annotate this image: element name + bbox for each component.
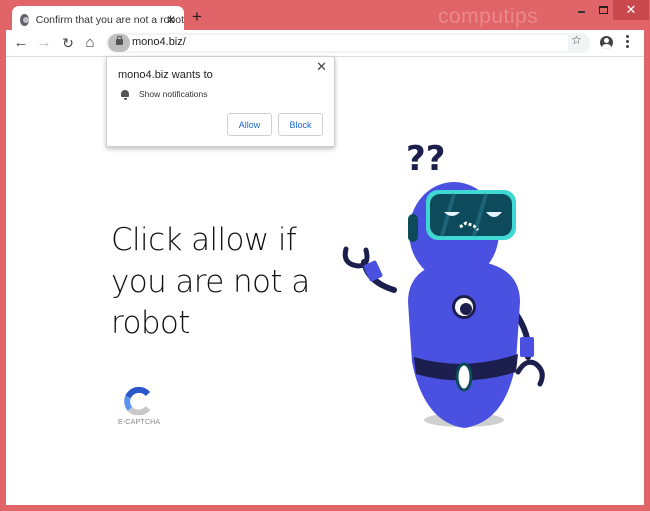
back-arrow-icon[interactable]: ← [13,35,29,51]
browser-toolbar: ← → ↻ ⌂ mono4.biz/ ☆ [6,30,644,57]
kebab-menu-icon[interactable] [626,35,629,50]
watermark: computips [438,5,539,28]
robot-illustration: ?? [342,139,545,428]
bell-icon [121,90,129,100]
allow-button[interactable]: Allow [227,113,272,136]
new-tab-button[interactable]: + [192,8,202,25]
address-bar[interactable]: mono4.biz/ [106,33,590,53]
tab-title: Confirm that you are not a robot [35,14,184,26]
window-close-button[interactable]: ✕ [613,0,649,20]
minimize-button[interactable] [573,0,589,20]
permission-text: Show notifications [139,89,208,99]
reload-icon[interactable]: ↻ [60,35,76,51]
address-field[interactable] [128,35,568,51]
browser-window: Confirm that you are not a robot ✕ + com… [0,0,650,511]
captcha-logo-icon [124,387,151,415]
block-button[interactable]: Block [278,113,323,136]
popup-title: mono4.biz wants to [118,69,213,81]
question-marks-icon: ?? [406,139,445,179]
minimize-icon [577,11,585,13]
globe-icon [20,14,29,26]
home-icon[interactable]: ⌂ [82,35,98,51]
captcha-label: E-CAPTCHA [118,419,161,426]
site-info-button[interactable] [108,34,130,52]
bookmark-star-icon[interactable]: ☆ [571,33,582,47]
url-text[interactable]: mono4.biz/ [132,36,186,48]
lock-icon [116,36,123,45]
page-headline: Click allow if you are not a robot [111,222,310,341]
tab-close-icon[interactable]: ✕ [166,13,176,27]
maximize-icon [598,6,608,14]
popup-close-icon[interactable]: ✕ [316,59,327,75]
notification-permission-popup: mono4.biz wants to ✕ Show notifications … [106,56,335,147]
title-bar: Confirm that you are not a robot ✕ + com… [0,0,650,34]
maximize-button[interactable] [595,0,611,20]
forward-arrow-icon[interactable]: → [36,35,52,51]
profile-icon[interactable] [600,36,613,49]
